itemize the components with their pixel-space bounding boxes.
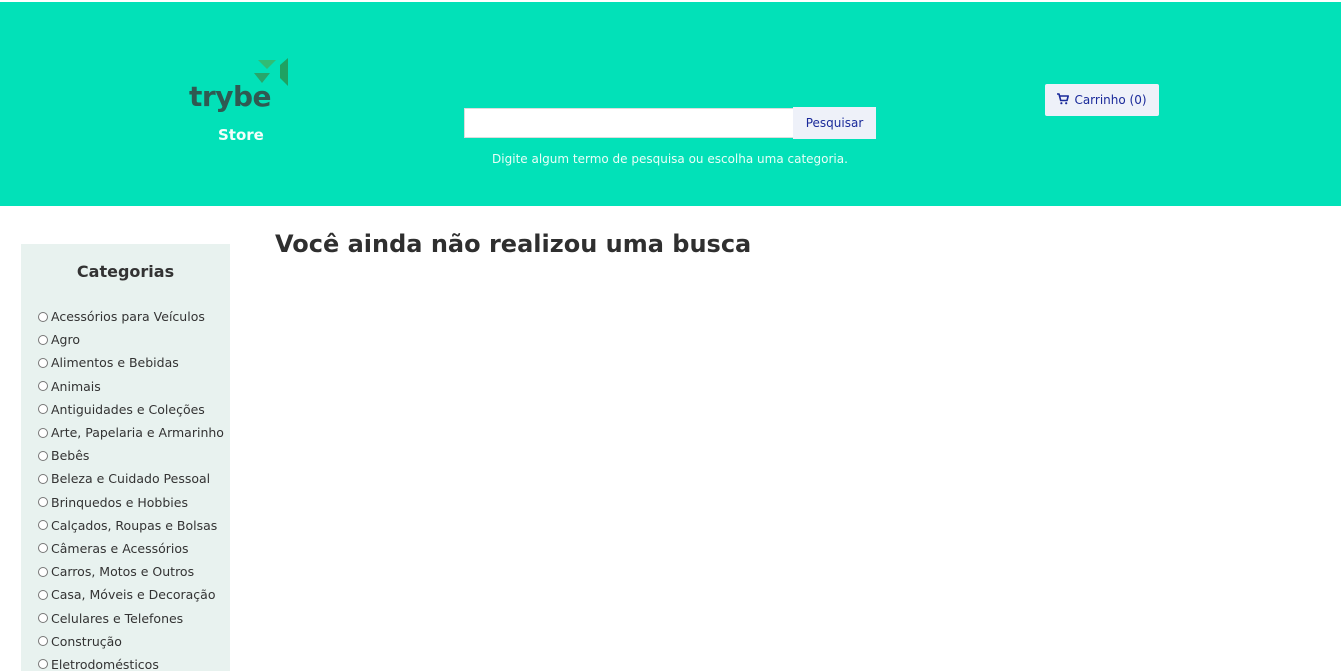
radio-button[interactable] (38, 311, 48, 322)
store-logo[interactable]: trybe Store (186, 54, 296, 154)
cart-label: Carrinho (0) (1074, 93, 1147, 107)
category-item[interactable]: Celulares e Telefones (38, 606, 224, 629)
radio-button[interactable] (38, 520, 48, 531)
trybe-logo-icon (254, 58, 288, 86)
app-page: trybe Store Pesquisar Digite algum termo… (0, 0, 1341, 671)
category-label: Eletrodomésticos (51, 656, 159, 671)
radio-button[interactable] (38, 381, 48, 392)
radio-button[interactable] (38, 636, 48, 647)
radio-button[interactable] (38, 566, 48, 577)
radio-button[interactable] (38, 404, 48, 415)
store-header: trybe Store Pesquisar Digite algum termo… (0, 2, 1341, 206)
radio-button[interactable] (38, 334, 48, 345)
radio-button[interactable] (38, 659, 48, 670)
category-label: Celulares e Telefones (51, 610, 184, 626)
category-item[interactable]: Calçados, Roupas e Bolsas (38, 514, 224, 537)
category-item[interactable]: Eletrodomésticos (38, 653, 224, 671)
category-list: Acessórios para Veículos Agro Alimentos … (38, 305, 224, 671)
search-input[interactable] (464, 108, 798, 138)
search-hint: Digite algum termo de pesquisa ou escolh… (492, 152, 848, 166)
category-label: Casa, Móveis e Decoração (51, 587, 216, 603)
category-label: Antiguidades e Coleções (51, 401, 205, 417)
category-item[interactable]: Casa, Móveis e Decoração (38, 583, 224, 606)
category-item[interactable]: Acessórios para Veículos (38, 305, 224, 328)
category-item[interactable]: Beleza e Cuidado Pessoal (38, 467, 224, 490)
cart-icon (1057, 93, 1070, 105)
categories-sidebar: Categorias Acessórios para Veículos Agro… (21, 244, 230, 671)
category-item[interactable]: Carros, Motos e Outros (38, 560, 224, 583)
radio-button[interactable] (38, 357, 48, 368)
radio-button[interactable] (38, 497, 48, 508)
category-label: Beleza e Cuidado Pessoal (51, 471, 211, 487)
category-label: Acessórios para Veículos (51, 309, 205, 325)
category-item[interactable]: Antiguidades e Coleções (38, 398, 224, 421)
category-item[interactable]: Animais (38, 375, 224, 398)
category-label: Animais (51, 378, 101, 394)
category-item[interactable]: Câmeras e Acessórios (38, 537, 224, 560)
category-label: Calçados, Roupas e Bolsas (51, 517, 218, 533)
radio-button[interactable] (38, 543, 48, 554)
logo-subtitle: Store (218, 126, 264, 144)
search-button[interactable]: Pesquisar (793, 107, 876, 139)
radio-button[interactable] (38, 450, 48, 461)
category-label: Brinquedos e Hobbies (51, 494, 188, 510)
category-label: Arte, Papelaria e Armarinho (51, 425, 224, 441)
category-label: Câmeras e Acessórios (51, 540, 189, 556)
category-item[interactable]: Bebês (38, 444, 224, 467)
category-label: Alimentos e Bebidas (51, 355, 179, 371)
category-item[interactable]: Brinquedos e Hobbies (38, 491, 224, 514)
category-label: Agro (51, 332, 80, 348)
category-label: Construção (51, 633, 122, 649)
category-item[interactable]: Alimentos e Bebidas (38, 351, 224, 374)
radio-button[interactable] (38, 589, 48, 600)
sidebar-title: Categorias (76, 262, 175, 281)
radio-button[interactable] (38, 427, 48, 438)
empty-search-message: Você ainda não realizou uma busca (275, 230, 752, 258)
category-item[interactable]: Arte, Papelaria e Armarinho (38, 421, 224, 444)
category-label: Bebês (51, 448, 90, 464)
category-label: Carros, Motos e Outros (51, 564, 195, 580)
cart-button[interactable]: Carrinho (0) (1045, 84, 1159, 116)
category-item[interactable]: Agro (38, 328, 224, 351)
radio-button[interactable] (38, 613, 48, 624)
category-item[interactable]: Construção (38, 630, 224, 653)
radio-button[interactable] (38, 473, 48, 484)
